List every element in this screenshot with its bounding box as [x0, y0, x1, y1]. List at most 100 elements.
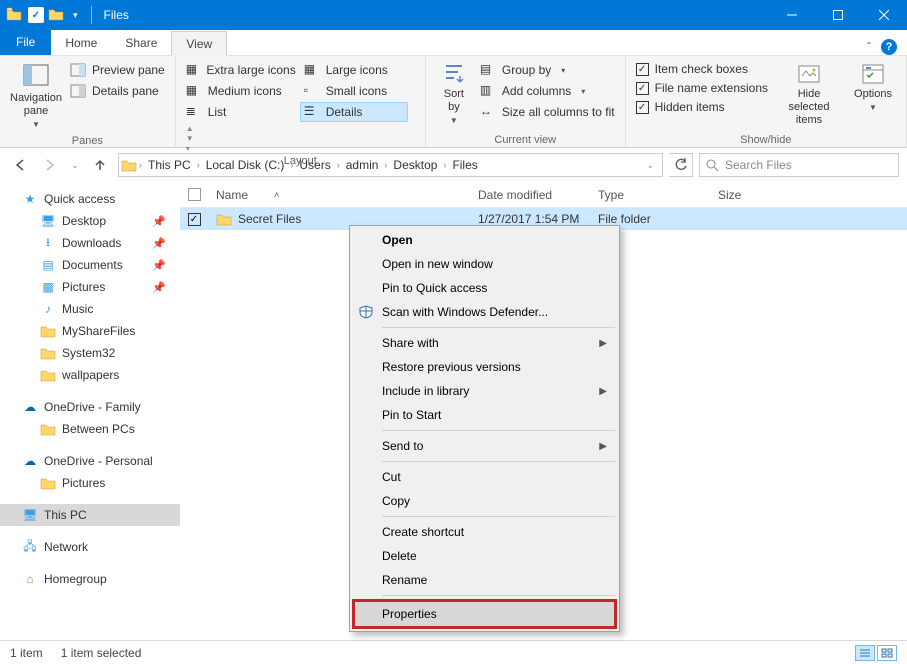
- help-icon[interactable]: ?: [881, 39, 897, 55]
- folder-icon: [6, 7, 24, 23]
- group-label-panes: Panes: [6, 133, 169, 149]
- recent-dropdown-button[interactable]: ⌄: [68, 153, 82, 177]
- group-by-button[interactable]: ▤Group by▾: [476, 60, 619, 80]
- sidebar-this-pc[interactable]: 🖥This PC: [0, 504, 180, 526]
- sort-by-button[interactable]: Sort by ▼: [432, 58, 476, 129]
- forward-button[interactable]: [38, 153, 62, 177]
- breadcrumb-thispc[interactable]: This PC: [144, 158, 195, 172]
- column-header-type[interactable]: Type: [590, 188, 710, 202]
- row-checkbox[interactable]: ✓: [188, 213, 201, 226]
- large-icons-button[interactable]: ▦Large icons: [300, 60, 408, 80]
- ctx-properties-highlighted[interactable]: Properties: [352, 599, 617, 629]
- tab-file[interactable]: File: [0, 29, 51, 55]
- tab-home[interactable]: Home: [51, 30, 111, 55]
- desktop-icon: 🖥: [40, 213, 56, 229]
- tab-view[interactable]: View: [171, 31, 227, 56]
- file-extensions-toggle[interactable]: ✓File name extensions: [632, 79, 772, 97]
- close-button[interactable]: [861, 0, 907, 30]
- minimize-button[interactable]: [769, 0, 815, 30]
- qat-properties-icon[interactable]: ✓: [28, 7, 44, 23]
- ctx-open-new[interactable]: Open in new window: [352, 252, 617, 276]
- sidebar-music[interactable]: ♪Music: [0, 298, 180, 320]
- layout-scroll-up-icon[interactable]: ▲: [186, 124, 194, 133]
- layout-scroll-down-icon[interactable]: ▼: [186, 134, 194, 143]
- sidebar-documents[interactable]: ▤Documents📌: [0, 254, 180, 276]
- sidebar-wallpapers[interactable]: wallpapers: [0, 364, 180, 386]
- breadcrumb-sep-icon[interactable]: ›: [139, 160, 142, 170]
- back-button[interactable]: [8, 153, 32, 177]
- select-all-checkbox[interactable]: [180, 188, 208, 201]
- list-button[interactable]: ≣List: [182, 102, 300, 122]
- details-pane-button[interactable]: Details pane: [66, 81, 169, 101]
- ctx-delete[interactable]: Delete: [352, 544, 617, 568]
- column-header-size[interactable]: Size: [710, 188, 810, 202]
- breadcrumb-admin[interactable]: admin: [342, 158, 383, 172]
- ctx-rename[interactable]: Rename: [352, 568, 617, 592]
- breadcrumb-users[interactable]: Users: [295, 158, 334, 172]
- homegroup-icon: ⌂: [22, 571, 38, 587]
- sidebar-onedrive-family[interactable]: ☁OneDrive - Family: [0, 396, 180, 418]
- column-header-date[interactable]: Date modified: [470, 188, 590, 202]
- options-button[interactable]: Options ▼: [846, 58, 900, 116]
- navigation-pane-button[interactable]: Navigation pane ▼: [6, 58, 66, 133]
- folder-icon: [121, 157, 137, 173]
- ctx-pin-quick[interactable]: Pin to Quick access: [352, 276, 617, 300]
- details-button[interactable]: ☰Details: [300, 102, 408, 122]
- folder-icon: [40, 475, 56, 491]
- ctx-cut[interactable]: Cut: [352, 465, 617, 489]
- sidebar-between-pcs[interactable]: Between PCs: [0, 418, 180, 440]
- sidebar-myshare[interactable]: MyShareFiles: [0, 320, 180, 342]
- extra-large-icons-button[interactable]: ▦Extra large icons: [182, 60, 300, 80]
- ribbon-collapse-icon[interactable]: ˆ: [867, 40, 871, 54]
- medium-icons-button[interactable]: ▦Medium icons: [182, 81, 300, 101]
- sidebar-desktop[interactable]: 🖥Desktop📌: [0, 210, 180, 232]
- address-dropdown-icon[interactable]: ⌄: [640, 160, 660, 171]
- ctx-restore[interactable]: Restore previous versions: [352, 355, 617, 379]
- refresh-button[interactable]: [669, 153, 693, 177]
- preview-pane-button[interactable]: Preview pane: [66, 60, 169, 80]
- qat-dropdown-icon[interactable]: ▾: [70, 10, 81, 21]
- add-columns-button[interactable]: ▥Add columns▾: [476, 81, 619, 101]
- small-icons-button[interactable]: ▫Small icons: [300, 81, 408, 101]
- search-input[interactable]: Search Files: [699, 153, 899, 177]
- maximize-button[interactable]: [815, 0, 861, 30]
- address-bar[interactable]: › This PC› Local Disk (C:)› Users› admin…: [118, 153, 663, 177]
- sidebar-quick-access[interactable]: ★Quick access: [0, 188, 180, 210]
- documents-icon: ▤: [40, 257, 56, 273]
- up-button[interactable]: [88, 153, 112, 177]
- sidebar-onedrive-personal[interactable]: ☁OneDrive - Personal: [0, 450, 180, 472]
- qat-newfolder-icon[interactable]: [48, 7, 66, 23]
- large-icons-view-icon[interactable]: [877, 645, 897, 661]
- sidebar-homegroup[interactable]: ⌂Homegroup: [0, 568, 180, 590]
- ribbon-tabs: File Home Share View ˆ ?: [0, 30, 907, 56]
- tab-share[interactable]: Share: [111, 30, 171, 55]
- download-icon: ⭳: [40, 235, 56, 251]
- ctx-share-with[interactable]: Share with▶: [352, 331, 617, 355]
- ctx-send-to[interactable]: Send to▶: [352, 434, 617, 458]
- sidebar-network[interactable]: 🖧Network: [0, 536, 180, 558]
- size-columns-button[interactable]: ↔Size all columns to fit: [476, 102, 619, 122]
- ctx-open[interactable]: Open: [352, 228, 617, 252]
- ctx-copy[interactable]: Copy: [352, 489, 617, 513]
- breadcrumb-files[interactable]: Files: [448, 158, 481, 172]
- hide-selected-button[interactable]: Hide selected items: [772, 58, 846, 131]
- ctx-include-library[interactable]: Include in library▶: [352, 379, 617, 403]
- column-header-name[interactable]: Name˄: [208, 188, 470, 202]
- sidebar-od-pictures[interactable]: Pictures: [0, 472, 180, 494]
- layout-more-icon[interactable]: ▾: [186, 144, 194, 153]
- breadcrumb-desktop[interactable]: Desktop: [389, 158, 441, 172]
- details-view-icon[interactable]: [855, 645, 875, 661]
- sidebar-pictures[interactable]: ▩Pictures📌: [0, 276, 180, 298]
- network-icon: 🖧: [22, 539, 38, 555]
- ribbon: Navigation pane ▼ Preview pane Details p…: [0, 56, 907, 148]
- hidden-items-toggle[interactable]: ✓Hidden items: [632, 98, 772, 116]
- ribbon-group-current-view: Sort by ▼ ▤Group by▾ ▥Add columns▾ ↔Size…: [426, 56, 626, 148]
- breadcrumb-localdisk[interactable]: Local Disk (C:): [202, 158, 289, 172]
- sidebar-system32[interactable]: System32: [0, 342, 180, 364]
- sidebar-downloads[interactable]: ⭳Downloads📌: [0, 232, 180, 254]
- ctx-shortcut[interactable]: Create shortcut: [352, 520, 617, 544]
- ctx-pin-start[interactable]: Pin to Start: [352, 403, 617, 427]
- ctx-defender[interactable]: Scan with Windows Defender...: [352, 300, 617, 324]
- item-checkboxes-toggle[interactable]: ✓Item check boxes: [632, 60, 772, 78]
- music-icon: ♪: [40, 301, 56, 317]
